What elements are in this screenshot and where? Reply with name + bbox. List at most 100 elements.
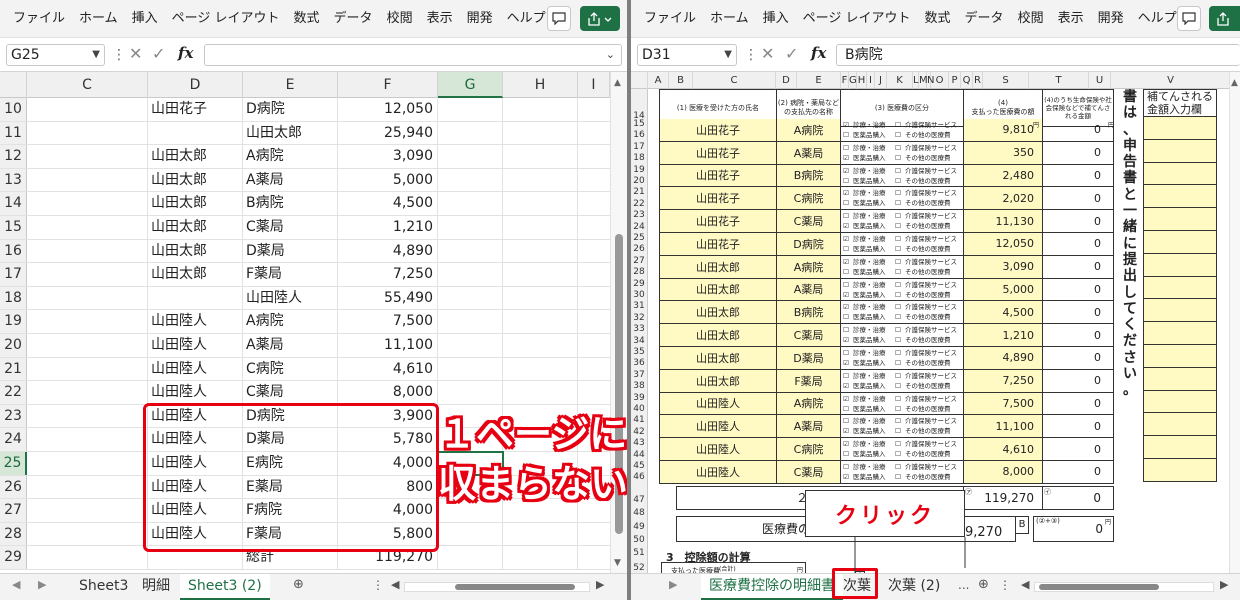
cell-name[interactable] [148, 121, 243, 145]
amount-cell[interactable]: 12,050 [963, 233, 1043, 256]
ribbon-tab[interactable]: 開発 [1091, 10, 1131, 28]
cell-g[interactable] [438, 192, 503, 215]
input-column-cell[interactable] [1143, 299, 1217, 323]
checkbox-icon[interactable]: ☐ [895, 291, 901, 299]
payee-cell[interactable]: C薬局 [776, 324, 841, 347]
column-header-c[interactable]: C [693, 72, 776, 89]
ribbon-tab[interactable]: ヘルプ [500, 10, 553, 28]
function-icon[interactable]: fx [178, 44, 193, 62]
cell-i[interactable] [578, 263, 610, 286]
checkbox-icon[interactable]: ☐ [895, 427, 901, 435]
checkbox-icon[interactable]: ☑ [843, 473, 849, 481]
chevron-down-icon[interactable]: ▼ [724, 45, 732, 65]
checkbox-icon[interactable]: ☐ [843, 144, 849, 152]
checkbox-icon[interactable]: ☐ [895, 336, 901, 344]
checkbox-icon[interactable]: ☐ [895, 245, 901, 253]
cell-h[interactable] [503, 381, 578, 404]
cell-amount[interactable]: 7,500 [338, 310, 438, 333]
amount-cell[interactable]: 9,810 [963, 119, 1043, 142]
share-icon[interactable] [1209, 6, 1240, 31]
checkbox-icon[interactable]: ☐ [843, 177, 849, 185]
checkbox-icon[interactable]: ☐ [843, 131, 849, 139]
cell-c[interactable] [27, 145, 148, 168]
payee-cell[interactable]: C薬局 [776, 210, 841, 233]
checkbox-icon[interactable]: ☐ [843, 450, 849, 458]
column-header-i[interactable]: I [867, 72, 875, 89]
input-column-cell[interactable] [1143, 276, 1217, 300]
compensation-cell[interactable]: 0 [1042, 278, 1114, 302]
ribbon-tab[interactable]: 校閲 [380, 10, 420, 28]
compensation-cell[interactable]: 0 [1042, 210, 1114, 233]
compensation-cell[interactable]: 0 [1042, 347, 1114, 370]
checkbox-icon[interactable]: ☐ [895, 144, 901, 152]
cell-amount[interactable]: 3,090 [338, 145, 438, 168]
column-header-c[interactable]: C [27, 72, 148, 98]
cell-i[interactable] [578, 310, 610, 333]
row-number[interactable]: 24 [0, 428, 27, 451]
ribbon-tab[interactable]: ヘルプ [1131, 10, 1184, 28]
row-number[interactable]: 19 [0, 310, 27, 333]
cell-c[interactable] [27, 263, 148, 286]
cell-c[interactable] [27, 452, 148, 475]
ribbon-tab[interactable]: ページ レイアウト [796, 10, 918, 28]
payee-cell[interactable]: B病院 [776, 164, 841, 188]
cell-h[interactable] [503, 239, 578, 263]
payee-cell[interactable]: A薬局 [776, 278, 841, 302]
ribbon-tab[interactable]: 挿入 [125, 10, 165, 28]
sheet-tab-jiyou-2[interactable]: 次葉 (2) [880, 574, 948, 600]
column-header-f[interactable]: F [841, 72, 849, 89]
checkbox-icon[interactable]: ☐ [843, 199, 849, 207]
checkbox-icon[interactable]: ☑ [843, 291, 849, 299]
input-column-cell[interactable] [1143, 208, 1217, 231]
row-number[interactable]: 20 [0, 334, 27, 357]
checkbox-icon[interactable]: ☐ [895, 167, 901, 175]
row-number[interactable]: 12 [0, 145, 27, 168]
compensation-cell[interactable]: 0 [1042, 255, 1114, 279]
checkbox-icon[interactable]: ☐ [895, 450, 901, 458]
cell-name[interactable]: 山田太郎 [148, 239, 243, 263]
cell-h[interactable] [503, 145, 578, 168]
sheet-nav-next-icon[interactable]: ▶ [38, 578, 46, 591]
checkbox-icon[interactable]: ☐ [843, 245, 849, 253]
scrollbar-thumb[interactable] [455, 584, 575, 590]
name-box[interactable]: G25 ▼ [6, 44, 105, 66]
ribbon-tab[interactable]: ホーム [703, 10, 756, 28]
scroll-right-icon[interactable]: ▶ [596, 578, 604, 591]
row-number[interactable]: 11 [0, 121, 27, 145]
checkbox-icon[interactable]: ☐ [843, 349, 849, 357]
checkbox-icon[interactable]: ☑ [843, 440, 849, 448]
formula-input[interactable]: B病院 [836, 44, 1240, 66]
amount-cell[interactable]: 4,890 [963, 347, 1043, 370]
cell-h[interactable] [503, 546, 578, 569]
scroll-left-icon[interactable]: ◀ [391, 578, 399, 591]
cell-amount[interactable]: 8,000 [338, 381, 438, 404]
compensation-cell[interactable]: 0 [1042, 438, 1114, 461]
comment-icon[interactable] [1177, 6, 1201, 31]
compensation-cell[interactable]: 0 [1042, 301, 1114, 325]
amount-cell[interactable]: 2,020 [963, 187, 1043, 211]
column-header-t[interactable]: T [1029, 72, 1089, 89]
ribbon-tab[interactable]: ページ レイアウト [165, 10, 287, 28]
share-icon[interactable] [580, 6, 620, 31]
cell-c[interactable] [27, 404, 148, 428]
checkbox-icon[interactable]: ☐ [895, 154, 901, 162]
cell-place[interactable]: A病院 [243, 310, 338, 333]
column-header-v[interactable]: V [1111, 72, 1231, 89]
checkbox-icon[interactable]: ☐ [895, 463, 901, 471]
checkbox-icon[interactable]: ☑ [843, 395, 849, 403]
column-header-e[interactable]: E [797, 72, 841, 89]
more-icon[interactable]: ⋮ [112, 47, 126, 63]
input-column-cell[interactable] [1143, 185, 1217, 209]
amount-cell[interactable]: 7,500 [963, 392, 1043, 416]
cell-i[interactable] [578, 192, 610, 215]
input-column-cell[interactable] [1143, 413, 1217, 437]
column-header-u[interactable]: U [1089, 72, 1111, 89]
cell-c[interactable] [27, 98, 148, 121]
row-number[interactable]: 15 [0, 216, 27, 239]
cell-amount[interactable]: 25,940 [338, 121, 438, 145]
patient-name-cell[interactable]: 山田花子 [659, 141, 777, 165]
row-number[interactable]: 18 [0, 286, 27, 310]
cell-c[interactable] [27, 168, 148, 192]
cell-place[interactable]: C病院 [243, 357, 338, 381]
more-icon[interactable]: ⋮ [744, 47, 758, 63]
